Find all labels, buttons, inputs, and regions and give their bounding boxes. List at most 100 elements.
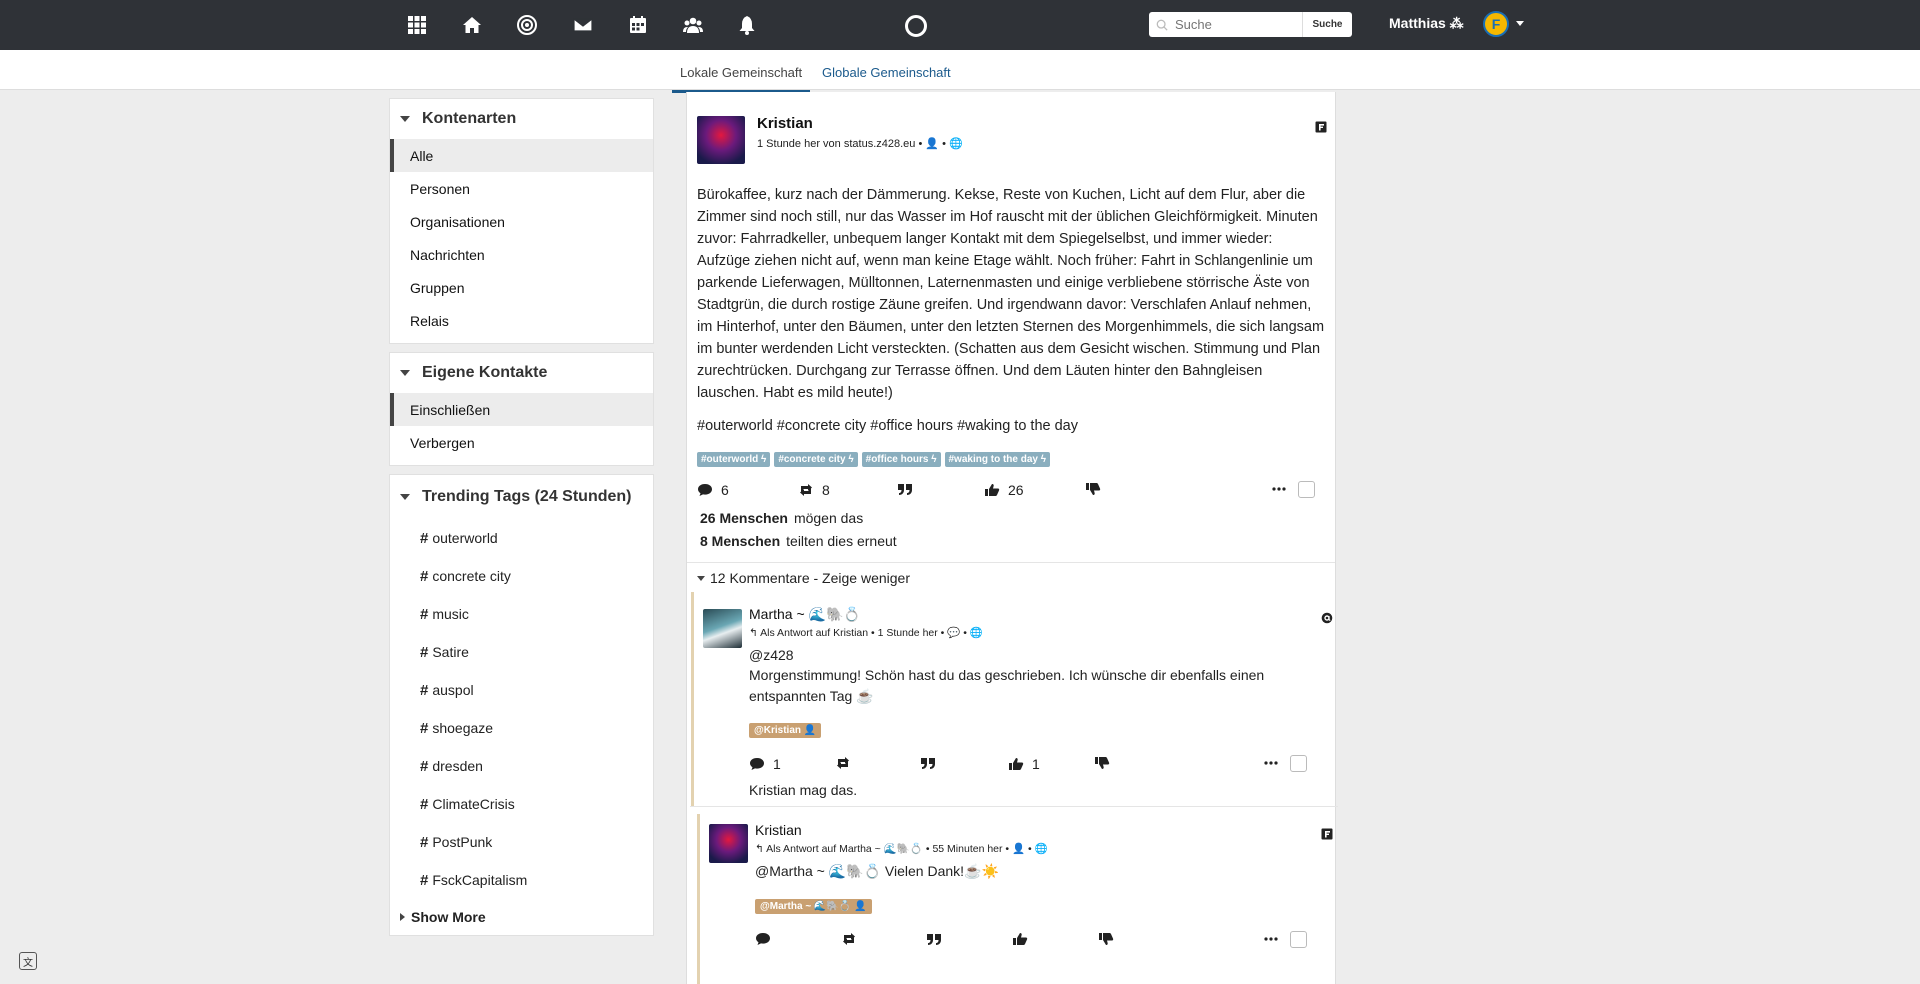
comment-author[interactable]: Martha ~ 🌊🐘💍 xyxy=(749,606,861,623)
mention-pill[interactable]: @Martha ~ 🌊🐘💍 👤 xyxy=(755,899,872,914)
comments-toggle[interactable]: 12 Kommentare - Zeige weniger xyxy=(697,570,910,586)
bell-icon[interactable] xyxy=(734,12,760,38)
trending-tags-title[interactable]: Trending Tags (24 Stunden) xyxy=(390,475,653,519)
quote-button[interactable] xyxy=(920,756,944,770)
tab-global-community[interactable]: Globale Gemeinschaft xyxy=(822,65,951,90)
trending-tag[interactable]: # outerworld xyxy=(390,519,653,557)
sidebar-item-organisations[interactable]: Organisationen xyxy=(390,205,653,238)
dislike-button[interactable] xyxy=(1094,756,1118,770)
comment-button[interactable]: 1 xyxy=(749,756,781,772)
reshare-button[interactable]: 8 xyxy=(798,482,830,498)
thumbs-down-icon xyxy=(1086,483,1101,495)
retweet-icon xyxy=(843,933,855,945)
quote-button[interactable] xyxy=(926,932,950,946)
post-hashtags[interactable]: #outerworld #concrete city #office hours… xyxy=(697,415,1327,437)
dislike-button[interactable] xyxy=(1085,482,1109,496)
caret-down-icon xyxy=(400,370,410,376)
thumbs-down-icon xyxy=(1095,757,1110,769)
sidebar-item-relays[interactable]: Relais xyxy=(390,304,653,337)
search-button[interactable]: Suche xyxy=(1302,12,1352,37)
more-options-button[interactable] xyxy=(1271,482,1295,496)
tag-pill[interactable]: #outerworld ϟ xyxy=(697,452,771,467)
trending-tag[interactable]: # ClimateCrisis xyxy=(390,785,653,823)
user-name[interactable]: Matthias ⁂ xyxy=(1389,15,1464,32)
sidebar-item-news[interactable]: Nachrichten xyxy=(390,238,653,271)
like-button[interactable]: 1 xyxy=(1008,756,1040,772)
select-checkbox[interactable] xyxy=(1290,755,1307,772)
user-avatar[interactable]: F xyxy=(1483,11,1509,37)
trending-tag[interactable]: # FsckCapitalism xyxy=(390,861,653,899)
thumbs-up-icon xyxy=(985,484,1000,496)
comment-body: @Martha ~ 🌊🐘💍 Vielen Dank!☕☀️ xyxy=(755,863,999,879)
trending-tag[interactable]: # Satire xyxy=(390,633,653,671)
sidebar-item-include[interactable]: Einschließen xyxy=(390,393,653,426)
thumbs-up-icon xyxy=(1009,758,1024,770)
reshare-button[interactable] xyxy=(841,932,865,946)
tab-local-community[interactable]: Lokale Gemeinschaft xyxy=(672,65,811,93)
chevron-down-icon[interactable] xyxy=(1516,21,1524,26)
divider xyxy=(687,562,1335,563)
calendar-icon[interactable] xyxy=(625,12,651,38)
caret-down-icon xyxy=(697,575,705,581)
comment-icon xyxy=(750,758,764,770)
like-button[interactable] xyxy=(1012,932,1036,946)
mail-icon[interactable] xyxy=(570,12,596,38)
thumbs-up-icon xyxy=(1013,933,1028,945)
like-button[interactable]: 26 xyxy=(984,482,1024,498)
comment-mention[interactable]: @z428 xyxy=(749,644,794,666)
sidebar-item-groups[interactable]: Gruppen xyxy=(390,271,653,304)
friendica-network-icon xyxy=(1315,120,1327,133)
trending-tag[interactable]: # shoegaze xyxy=(390,709,653,747)
select-checkbox[interactable] xyxy=(1298,481,1315,498)
post-author[interactable]: Kristian xyxy=(757,115,813,132)
reshares-summary[interactable]: 8 Menschen teilten dies erneut xyxy=(700,533,897,549)
show-more-link[interactable]: Show More xyxy=(390,899,653,935)
avatar[interactable] xyxy=(703,609,742,648)
home-icon[interactable] xyxy=(459,12,485,38)
sidebar: Kontenarten Alle Personen Organisationen… xyxy=(389,98,654,944)
comment-icon xyxy=(756,933,770,945)
quote-button[interactable] xyxy=(897,482,921,496)
reshare-button[interactable] xyxy=(835,756,859,770)
tag-pill[interactable]: #concrete city ϟ xyxy=(774,452,858,467)
trending-tag[interactable]: # auspol xyxy=(390,671,653,709)
comment-likes[interactable]: Kristian mag das. xyxy=(749,782,857,798)
trending-tag[interactable]: # music xyxy=(390,595,653,633)
translate-icon[interactable]: 文 xyxy=(19,952,37,970)
select-checkbox[interactable] xyxy=(1290,931,1307,948)
apps-grid-icon[interactable] xyxy=(404,12,430,38)
at-icon xyxy=(1321,611,1333,624)
comment-actions: 1 1 xyxy=(749,755,1324,776)
likes-summary[interactable]: 26 Menschen mögen das xyxy=(700,510,863,526)
top-navbar: Suche Matthias ⁂ F xyxy=(0,0,1920,50)
tag-pill[interactable]: #waking to the day ϟ xyxy=(944,452,1051,467)
comment-button[interactable]: 6 xyxy=(697,482,729,498)
caret-down-icon xyxy=(400,116,410,122)
avatar[interactable] xyxy=(709,824,748,863)
account-types-title[interactable]: Kontenarten xyxy=(390,99,653,139)
comment-actions xyxy=(755,931,1325,952)
search-icon xyxy=(1149,19,1175,31)
comment-author[interactable]: Kristian xyxy=(755,822,802,838)
sidebar-item-persons[interactable]: Personen xyxy=(390,172,653,205)
retweet-icon xyxy=(800,484,812,496)
mention-pill-wrap: @Kristian 👤 xyxy=(749,720,822,738)
own-contacts-title[interactable]: Eigene Kontakte xyxy=(390,353,653,393)
ellipsis-icon xyxy=(1264,761,1278,765)
more-options-button[interactable] xyxy=(1263,932,1287,946)
search-input[interactable] xyxy=(1175,17,1295,32)
contacts-icon[interactable] xyxy=(680,12,706,38)
comment-button[interactable] xyxy=(755,932,779,946)
network-icon[interactable] xyxy=(514,12,540,38)
mention-pill[interactable]: @Kristian 👤 xyxy=(749,723,822,738)
dislike-button[interactable] xyxy=(1098,932,1122,946)
sidebar-item-hide[interactable]: Verbergen xyxy=(390,426,653,459)
trending-tag[interactable]: # PostPunk xyxy=(390,823,653,861)
comment-icon xyxy=(698,484,712,496)
trending-tag[interactable]: # concrete city xyxy=(390,557,653,595)
sidebar-item-all[interactable]: Alle xyxy=(390,139,653,172)
avatar[interactable] xyxy=(697,116,745,164)
more-options-button[interactable] xyxy=(1263,756,1287,770)
trending-tag[interactable]: # dresden xyxy=(390,747,653,785)
tag-pill[interactable]: #office hours ϟ xyxy=(861,452,941,467)
